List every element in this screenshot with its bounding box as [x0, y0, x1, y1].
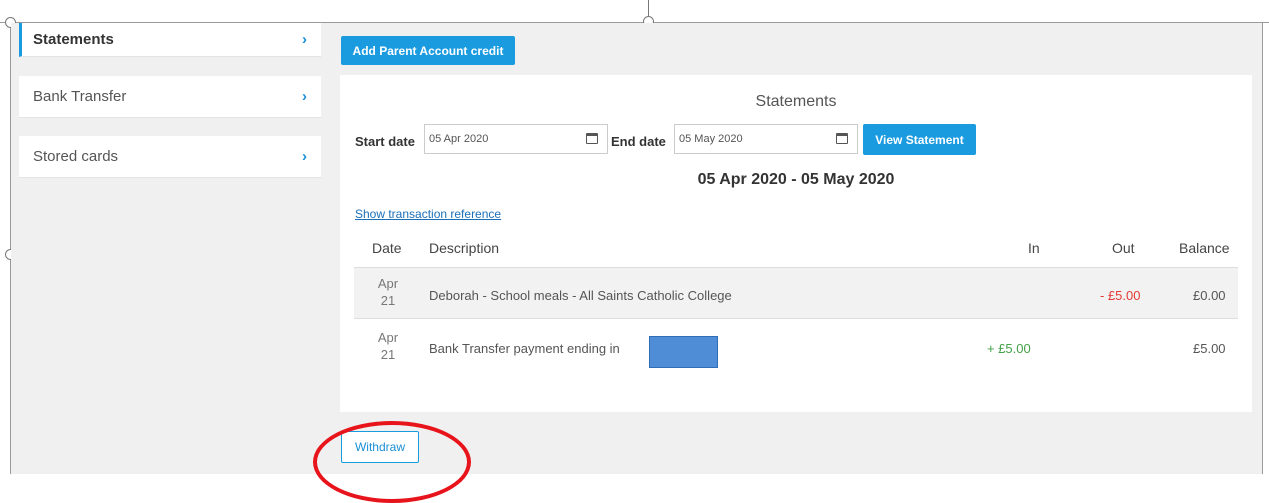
sidebar-item-label: Bank Transfer	[33, 88, 127, 105]
start-date-input[interactable]: 05 Apr 2020	[424, 124, 608, 154]
end-date-value: 05 May 2020	[679, 133, 743, 145]
row-day: 21	[380, 293, 396, 308]
column-header-out: Out	[1112, 240, 1135, 256]
add-parent-credit-button[interactable]: Add Parent Account credit	[341, 36, 515, 65]
redaction-box	[649, 336, 718, 368]
sidebar-item-statements[interactable]: Statements ›	[19, 23, 321, 57]
chevron-right-icon: ›	[302, 31, 307, 48]
sidebar-item-stored-cards[interactable]: Stored cards ›	[19, 136, 321, 178]
show-transaction-reference-link[interactable]: Show transaction reference	[355, 207, 501, 221]
row-balance: £0.00	[1193, 288, 1226, 303]
chevron-right-icon: ›	[302, 148, 307, 165]
chevron-right-icon: ›	[302, 88, 307, 105]
row-in: + £5.00	[987, 341, 1031, 356]
column-header-date: Date	[372, 240, 402, 256]
row-description: Bank Transfer payment ending in	[429, 341, 620, 356]
column-header-description: Description	[429, 240, 500, 256]
sidebar-item-label: Statements	[33, 31, 114, 48]
row-day: 21	[380, 347, 396, 362]
row-date: Apr 21	[370, 275, 406, 309]
row-date: Apr 21	[370, 329, 406, 363]
calendar-icon[interactable]	[836, 133, 848, 144]
row-month: Apr	[377, 276, 399, 291]
sidebar-item-label: Stored cards	[33, 148, 119, 165]
calendar-icon[interactable]	[586, 133, 598, 144]
statement-range-title: 05 Apr 2020 - 05 May 2020	[697, 171, 895, 188]
sidebar-item-bank-transfer[interactable]: Bank Transfer ›	[19, 76, 321, 118]
row-balance: £5.00	[1193, 341, 1226, 356]
frame-right-line	[1262, 22, 1263, 474]
view-statement-button[interactable]: View Statement	[863, 124, 976, 155]
rotate-handle-stem	[648, 0, 649, 16]
start-date-value: 05 Apr 2020	[429, 133, 489, 145]
start-date-label: Start date	[355, 134, 415, 149]
table-row-divider	[354, 318, 1238, 319]
app-area: Statements › Bank Transfer › Stored card…	[11, 23, 1262, 503]
row-month: Apr	[377, 330, 399, 345]
row-description: Deborah - School meals - All Saints Cath…	[429, 288, 732, 303]
end-date-input[interactable]: 05 May 2020	[674, 124, 858, 154]
row-out: - £5.00	[1100, 288, 1141, 303]
withdraw-button[interactable]: Withdraw	[341, 431, 419, 463]
column-header-in: In	[1028, 240, 1040, 256]
column-header-balance: Balance	[1179, 240, 1230, 256]
end-date-label: End date	[611, 134, 666, 149]
statements-card: Statements Start date 05 Apr 2020 End da…	[340, 75, 1252, 412]
statements-title: Statements	[755, 93, 837, 110]
